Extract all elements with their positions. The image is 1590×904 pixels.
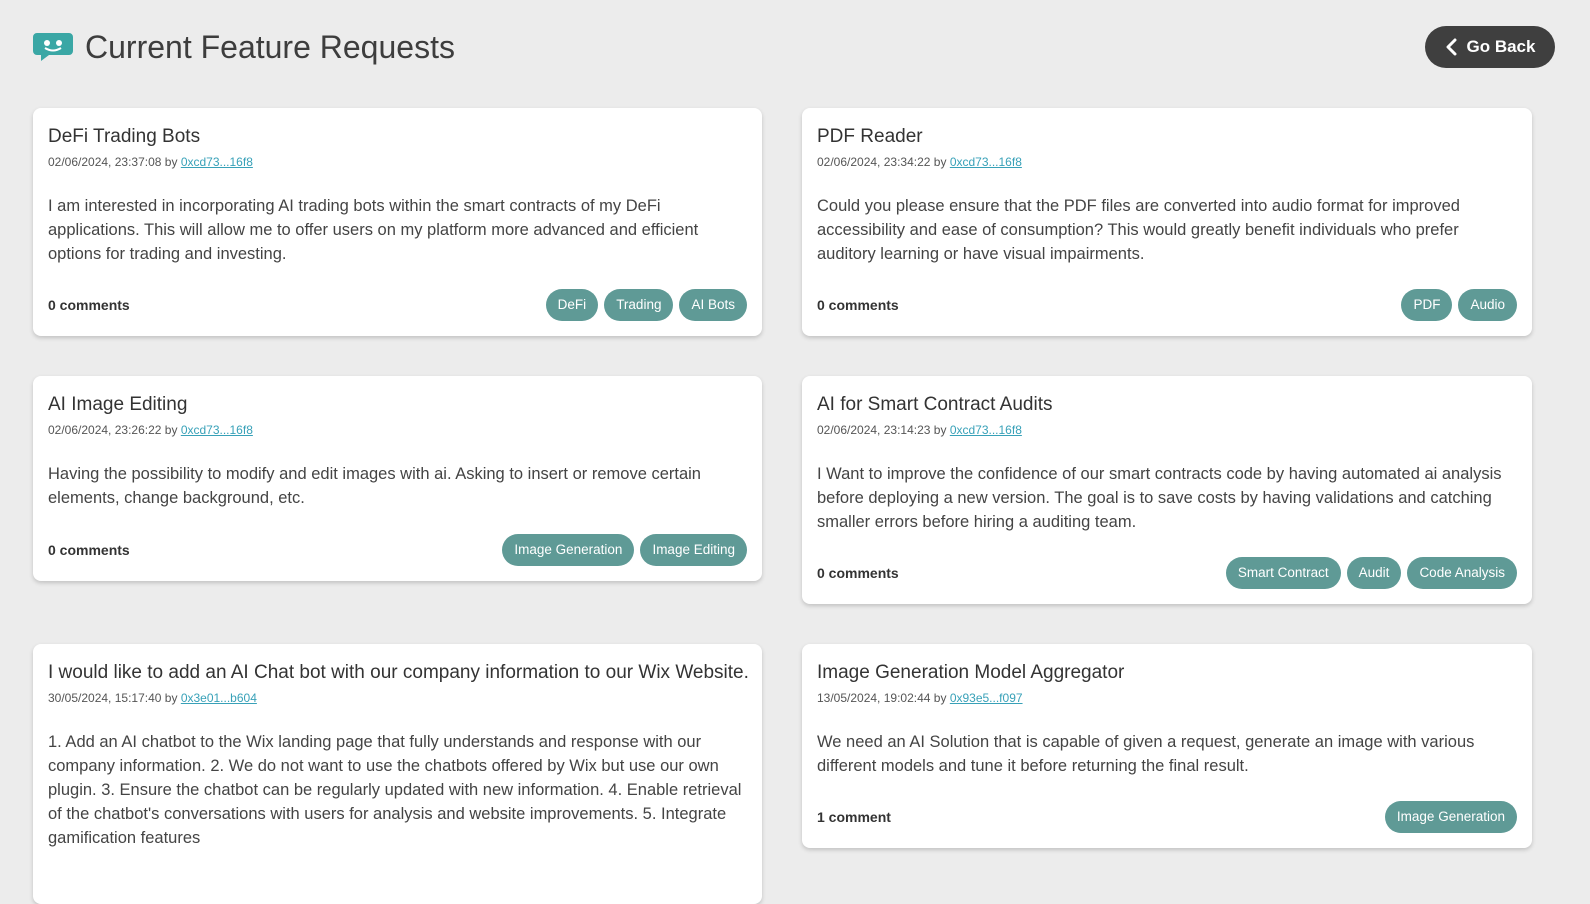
request-meta: 02/06/2024, 23:14:23 by 0xcd73...16f8 <box>817 422 1517 438</box>
request-card-ai-image-editing[interactable]: AI Image Editing 02/06/2024, 23:26:22 by… <box>33 376 762 581</box>
request-description: I Want to improve the confidence of our … <box>817 465 1502 531</box>
request-meta: 30/05/2024, 15:17:40 by 0x3e01...b604 <box>48 690 747 706</box>
request-meta: 02/06/2024, 23:26:22 by 0xcd73...16f8 <box>48 422 747 438</box>
request-title: DeFi Trading Bots <box>48 126 201 147</box>
tag-audio[interactable]: Audio <box>1458 289 1517 321</box>
request-title: I would like to add an AI Chat bot with … <box>48 662 749 683</box>
author-link[interactable]: 0x3e01...b604 <box>181 691 257 705</box>
comments-count[interactable]: 0 comments <box>48 542 130 558</box>
author-link[interactable]: 0xcd73...16f8 <box>950 155 1022 169</box>
page-title: Current Feature Requests <box>85 29 455 65</box>
request-card-image-model-aggregator[interactable]: Image Generation Model Aggregator 13/05/… <box>802 644 1532 848</box>
comments-count[interactable]: 1 comment <box>817 809 891 825</box>
request-meta: 02/06/2024, 23:34:22 by 0xcd73...16f8 <box>817 154 1517 170</box>
request-title: AI for Smart Contract Audits <box>817 394 1053 415</box>
request-by-label: by <box>164 155 178 169</box>
request-card-smart-contract-audits[interactable]: AI for Smart Contract Audits 02/06/2024,… <box>802 376 1532 604</box>
chevron-left-icon <box>1446 38 1456 56</box>
request-footer: 0 comments PDF Audio <box>817 289 1517 321</box>
comments-count[interactable]: 0 comments <box>817 565 899 581</box>
request-description: Having the possibility to modify and edi… <box>48 465 701 507</box>
tag-image-generation[interactable]: Image Generation <box>1384 801 1517 833</box>
tag-list: Image Generation Image Editing <box>502 534 747 566</box>
tag-list: PDF Audio <box>1401 289 1517 321</box>
request-by-label: by <box>933 691 947 705</box>
tag-code-analysis[interactable]: Code Analysis <box>1407 557 1517 589</box>
request-card-pdf-reader[interactable]: PDF Reader 02/06/2024, 23:34:22 by 0xcd7… <box>802 108 1532 336</box>
request-date: 02/06/2024, 23:26:22 <box>48 423 162 437</box>
comments-count[interactable]: 0 comments <box>48 297 130 313</box>
chat-bubble-icon <box>33 33 73 61</box>
request-title: PDF Reader <box>817 126 923 147</box>
request-by-label: by <box>933 423 947 437</box>
title-group: Current Feature Requests <box>33 26 455 68</box>
author-link[interactable]: 0xcd73...16f8 <box>181 155 253 169</box>
tag-ai-bots[interactable]: AI Bots <box>679 289 747 321</box>
tag-defi[interactable]: DeFi <box>545 289 599 321</box>
request-card-wix-chatbot[interactable]: I would like to add an AI Chat bot with … <box>33 644 762 904</box>
author-link[interactable]: 0xcd73...16f8 <box>950 423 1022 437</box>
request-description: Could you please ensure that the PDF fil… <box>817 197 1460 263</box>
go-back-button[interactable]: Go Back <box>1425 26 1555 68</box>
request-meta: 02/06/2024, 23:37:08 by 0xcd73...16f8 <box>48 154 747 170</box>
request-title: AI Image Editing <box>48 394 188 415</box>
request-date: 02/06/2024, 23:14:23 <box>817 423 931 437</box>
request-by-label: by <box>164 423 178 437</box>
request-footer: 0 comments Smart Contract Audit Code Ana… <box>817 557 1517 589</box>
tag-trading[interactable]: Trading <box>604 289 674 321</box>
request-by-label: by <box>164 691 178 705</box>
request-date: 13/05/2024, 19:02:44 <box>817 691 931 705</box>
request-description: 1. Add an AI chatbot to the Wix landing … <box>48 733 742 847</box>
tag-list: Image Generation <box>1384 801 1517 833</box>
tag-list: DeFi Trading AI Bots <box>545 289 747 321</box>
request-by-label: by <box>933 155 947 169</box>
request-date: 02/06/2024, 23:34:22 <box>817 155 931 169</box>
request-date: 30/05/2024, 15:17:40 <box>48 691 162 705</box>
tag-list: Smart Contract Audit Code Analysis <box>1225 557 1517 589</box>
tag-audit[interactable]: Audit <box>1346 557 1402 589</box>
tag-image-editing[interactable]: Image Editing <box>640 534 747 566</box>
request-footer: 1 comment Image Generation <box>817 801 1517 833</box>
tag-pdf[interactable]: PDF <box>1401 289 1453 321</box>
author-link[interactable]: 0xcd73...16f8 <box>181 423 253 437</box>
page-header: Current Feature Requests Go Back <box>33 26 1555 68</box>
request-card-defi-trading-bots[interactable]: DeFi Trading Bots 02/06/2024, 23:37:08 b… <box>33 108 762 336</box>
request-meta: 13/05/2024, 19:02:44 by 0x93e5...f097 <box>817 690 1517 706</box>
author-link[interactable]: 0x93e5...f097 <box>950 691 1023 705</box>
request-footer: 0 comments DeFi Trading AI Bots <box>48 289 747 321</box>
request-title: Image Generation Model Aggregator <box>817 662 1125 683</box>
tag-image-generation[interactable]: Image Generation <box>502 534 635 566</box>
request-footer: 0 comments Image Generation Image Editin… <box>48 534 747 566</box>
comments-count[interactable]: 0 comments <box>817 297 899 313</box>
go-back-label: Go Back <box>1466 37 1536 56</box>
request-description: We need an AI Solution that is capable o… <box>817 733 1475 775</box>
request-date: 02/06/2024, 23:37:08 <box>48 155 162 169</box>
request-description: I am interested in incorporating AI trad… <box>48 197 699 263</box>
tag-smart-contract[interactable]: Smart Contract <box>1225 557 1341 589</box>
